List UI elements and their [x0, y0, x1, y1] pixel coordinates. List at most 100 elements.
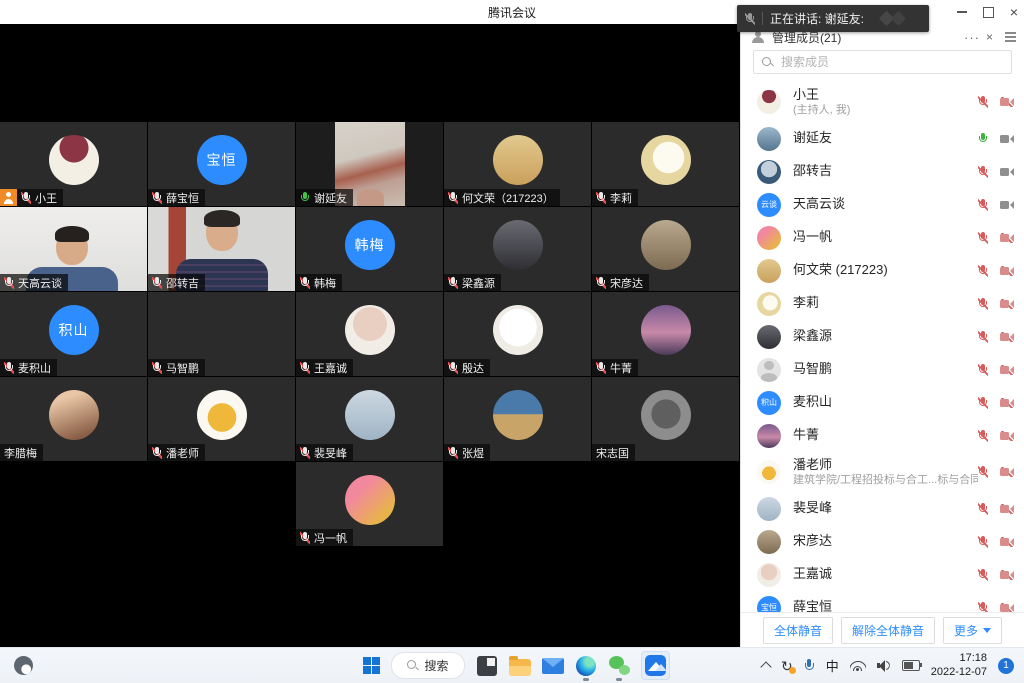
video-tile-speaking[interactable]: 谢延友 — [296, 122, 443, 206]
video-tile[interactable]: 宋志国 — [592, 377, 739, 461]
video-tile[interactable]: 邵转吉 — [148, 207, 295, 291]
camera-off-icon[interactable] — [1000, 299, 1014, 309]
mic-muted-icon[interactable] — [978, 466, 988, 478]
taskbar-search[interactable]: 搜索 — [391, 652, 465, 679]
maximize-button[interactable] — [983, 7, 994, 18]
video-tile[interactable]: 冯一帆 — [296, 462, 443, 546]
mic-muted-icon[interactable] — [978, 331, 988, 343]
camera-off-icon[interactable] — [1000, 266, 1014, 276]
tencent-meeting-app-icon[interactable] — [641, 651, 670, 680]
member-row[interactable]: 裴旻峰 — [741, 492, 1024, 525]
member-row[interactable]: 谢延友 — [741, 122, 1024, 155]
video-tile[interactable]: 韩梅 韩梅 — [296, 207, 443, 291]
camera-off-icon[interactable] — [1000, 467, 1014, 477]
minimize-button[interactable] — [957, 11, 967, 13]
member-row[interactable]: 王嘉诚 — [741, 558, 1024, 591]
avatar: 宝恒 — [757, 596, 781, 613]
camera-on-icon[interactable] — [1000, 200, 1014, 210]
video-tile[interactable]: 宝恒 薛宝恒 — [148, 122, 295, 206]
participant-name: 天高云谈 — [18, 275, 62, 291]
video-tile[interactable]: 牛菁 — [592, 292, 739, 376]
video-tile[interactable]: 积山 麦积山 — [0, 292, 147, 376]
video-tile[interactable]: 殷达 — [444, 292, 591, 376]
member-row[interactable]: 云谈 天高云谈 — [741, 188, 1024, 221]
video-tile[interactable]: 小王 — [0, 122, 147, 206]
mic-muted-icon[interactable] — [978, 96, 988, 108]
camera-off-icon[interactable] — [1000, 233, 1014, 243]
member-row[interactable]: 牛菁 — [741, 419, 1024, 452]
video-tile[interactable]: 马智鹏 — [148, 292, 295, 376]
camera-off-icon[interactable] — [1000, 332, 1014, 342]
weather-widget-icon[interactable] — [14, 656, 33, 675]
mail-icon[interactable] — [542, 654, 564, 678]
more-button[interactable]: 更多 — [943, 617, 1002, 644]
mic-muted-icon[interactable] — [978, 397, 988, 409]
member-row[interactable]: 小王(主持人, 我) — [741, 82, 1024, 122]
video-tile[interactable]: 李腊梅 — [0, 377, 147, 461]
camera-off-icon[interactable] — [1000, 570, 1014, 580]
panel-close-icon[interactable]: × — [986, 31, 993, 43]
notification-badge[interactable]: 1 — [998, 658, 1014, 674]
battery-icon[interactable] — [902, 660, 920, 671]
close-button[interactable]: × — [1010, 5, 1018, 19]
volume-icon[interactable] — [877, 660, 891, 672]
video-tile[interactable]: 何文荣（217223） — [444, 122, 591, 206]
mic-muted-icon[interactable] — [978, 232, 988, 244]
camera-off-icon[interactable] — [1000, 537, 1014, 547]
wechat-icon[interactable] — [608, 654, 630, 678]
file-explorer-icon[interactable] — [509, 654, 531, 678]
more-options-icon[interactable]: ··· — [964, 31, 980, 44]
mic-muted-icon[interactable] — [978, 536, 988, 548]
member-row[interactable]: 潘老师建筑学院/工程招投标与合工...标与合同管理 — [741, 452, 1024, 492]
camera-off-icon[interactable] — [1000, 431, 1014, 441]
start-button[interactable] — [363, 657, 380, 674]
edge-browser-icon[interactable] — [575, 654, 597, 678]
camera-off-icon[interactable] — [1000, 504, 1014, 514]
sync-update-icon[interactable]: ↻ — [781, 659, 793, 673]
camera-on-icon[interactable] — [1000, 167, 1014, 177]
mute-all-button[interactable]: 全体静音 — [763, 617, 833, 644]
member-row[interactable]: 马智鹏 — [741, 353, 1024, 386]
video-tile[interactable]: 裴旻峰 — [296, 377, 443, 461]
member-row[interactable]: 邵转吉 — [741, 155, 1024, 188]
mic-muted-icon[interactable] — [978, 503, 988, 515]
mic-muted-icon[interactable] — [978, 166, 988, 178]
video-tile[interactable]: 梁鑫源 — [444, 207, 591, 291]
tray-microphone-icon[interactable] — [804, 659, 815, 673]
app-icon-dark[interactable] — [476, 654, 498, 678]
video-tile[interactable]: 潘老师 — [148, 377, 295, 461]
camera-on-icon[interactable] — [1000, 134, 1014, 144]
mic-muted-icon[interactable] — [978, 602, 988, 613]
mic-muted-icon[interactable] — [978, 199, 988, 211]
tray-expand-icon[interactable] — [760, 661, 771, 672]
mic-muted-icon[interactable] — [978, 298, 988, 310]
video-tile[interactable]: 王嘉诚 — [296, 292, 443, 376]
camera-off-icon[interactable] — [1000, 97, 1014, 107]
member-row[interactable]: 宋彦达 — [741, 525, 1024, 558]
member-row[interactable]: 李莉 — [741, 287, 1024, 320]
mic-muted-icon[interactable] — [978, 364, 988, 376]
camera-off-icon[interactable] — [1000, 603, 1014, 613]
camera-off-icon[interactable] — [1000, 365, 1014, 375]
video-tile[interactable]: 天高云谈 — [0, 207, 147, 291]
camera-off-icon[interactable] — [1000, 398, 1014, 408]
mic-muted-icon[interactable] — [978, 430, 988, 442]
mic-muted-icon[interactable] — [978, 569, 988, 581]
mic-on-icon[interactable] — [978, 133, 988, 145]
member-row[interactable]: 积山 麦积山 — [741, 386, 1024, 419]
member-row[interactable]: 宝恒 薛宝恒 — [741, 591, 1024, 612]
video-tile[interactable]: 张煜 — [444, 377, 591, 461]
video-tile[interactable]: 宋彦达 — [592, 207, 739, 291]
member-row[interactable]: 冯一帆 — [741, 221, 1024, 254]
mic-muted-icon[interactable] — [978, 265, 988, 277]
ime-indicator[interactable]: 中 — [826, 656, 839, 675]
unmute-all-button[interactable]: 解除全体静音 — [841, 617, 935, 644]
clock[interactable]: 17:182022-12-07 — [931, 652, 987, 680]
member-row[interactable]: 梁鑫源 — [741, 320, 1024, 353]
participant-name: 牛菁 — [610, 360, 632, 376]
video-tile[interactable]: 李莉 — [592, 122, 739, 206]
search-input[interactable] — [779, 54, 1003, 70]
wifi-icon[interactable] — [850, 660, 866, 671]
layout-menu-icon[interactable] — [1005, 32, 1016, 34]
member-row[interactable]: 何文荣 (217223) — [741, 254, 1024, 287]
